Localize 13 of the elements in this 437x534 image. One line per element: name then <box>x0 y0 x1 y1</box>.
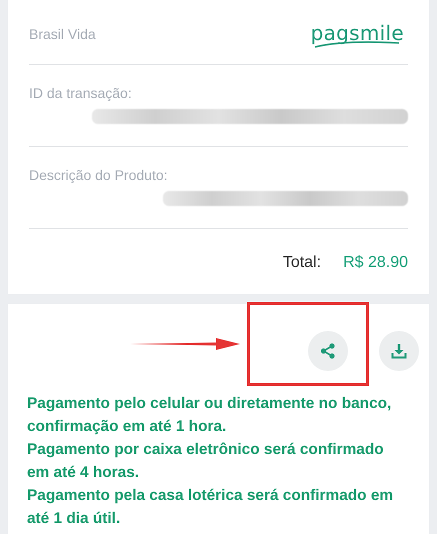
payment-note: Pagamento pelo celular ou diretamente no banco, confirmação em até 1 hora. <box>27 394 392 437</box>
download-button[interactable] <box>379 331 419 371</box>
payment-note: Pagamento pela casa lotérica será confirmado em até 1 dia útil. <box>27 486 394 529</box>
share-icon <box>320 343 336 359</box>
payment-note: Pagamento por caixa eletrônico será confirmado em até 4 horas. <box>27 440 385 483</box>
brand-logo: pagsmile <box>310 20 408 48</box>
merchant-name: Brasil Vida <box>29 26 96 42</box>
field-label: Descrição do Produto: <box>29 167 169 183</box>
share-button[interactable] <box>308 331 348 371</box>
download-icon <box>391 343 407 359</box>
field-label: ID da transação: <box>29 85 133 101</box>
total-label: Total: <box>282 254 322 272</box>
total-amount: R$ 28.90 <box>343 254 408 272</box>
